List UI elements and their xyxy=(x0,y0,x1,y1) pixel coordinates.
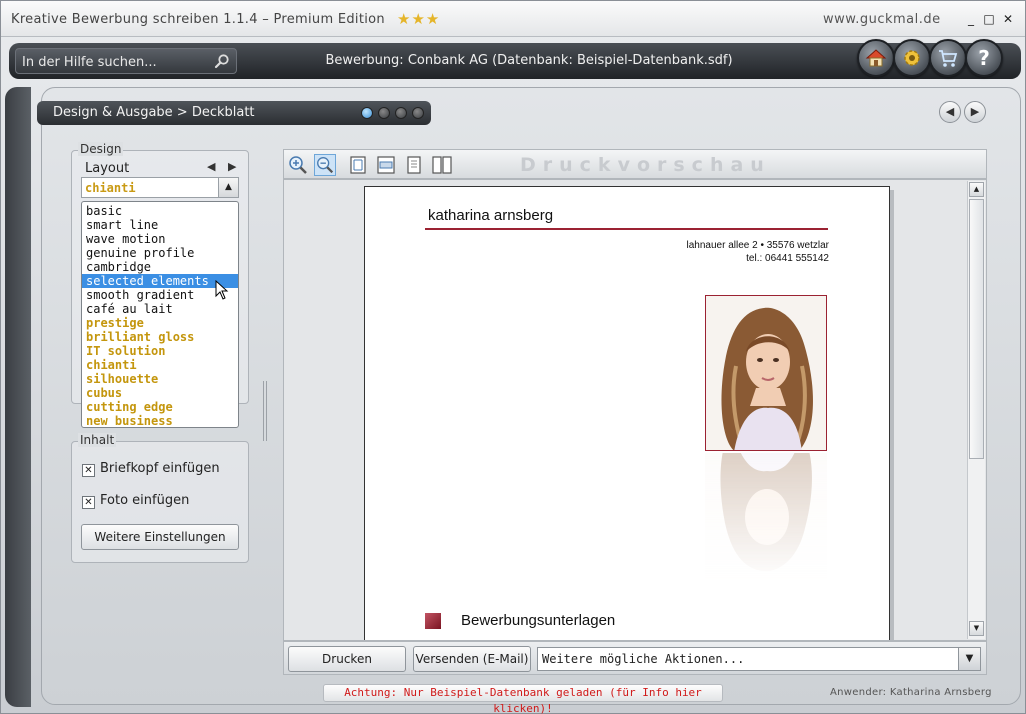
layout-option[interactable]: wave motion xyxy=(82,232,238,246)
two-pages-icon[interactable] xyxy=(431,154,453,176)
layout-option[interactable]: cambridge xyxy=(82,260,238,274)
settings-icon xyxy=(904,50,920,66)
more-actions-dropdown[interactable]: Weitere mögliche Aktionen... ▼ xyxy=(537,647,981,671)
layout-option[interactable]: cutting edge xyxy=(82,400,238,414)
single-page-icon[interactable] xyxy=(403,154,425,176)
close-button[interactable]: ✕ xyxy=(1000,11,1016,27)
header-rule xyxy=(425,228,828,230)
layout-combobox-value: chianti xyxy=(85,181,136,195)
previous-page-button[interactable]: ◀ xyxy=(939,101,961,123)
layout-prev-button[interactable]: ◀ xyxy=(207,160,215,173)
layout-option[interactable]: prestige xyxy=(82,316,238,330)
layout-option[interactable]: genuine profile xyxy=(82,246,238,260)
print-preview-title: Druckvorschau xyxy=(520,154,771,176)
address-line: lahnauer allee 2 • 35576 wetzlar xyxy=(686,240,830,251)
portrait-reflection-image xyxy=(705,453,827,583)
website-link[interactable]: www.guckmal.de xyxy=(823,12,941,27)
current-user-label: Anwender: Katharina Arnsberg xyxy=(830,687,992,698)
step-indicator-2[interactable] xyxy=(378,107,390,119)
fit-page-icon[interactable] xyxy=(347,154,369,176)
layout-option[interactable]: new business xyxy=(82,414,238,427)
layout-option[interactable]: IT solution xyxy=(82,344,238,358)
layout-option[interactable]: chianti xyxy=(82,358,238,372)
panel-splitter[interactable] xyxy=(263,381,267,441)
main-toolbar: Bewerbung: Conbank AG (Datenbank: Beispi… xyxy=(9,39,1021,79)
more-settings-button[interactable]: Weitere Einstellungen xyxy=(81,524,239,550)
step-indicator-4[interactable] xyxy=(412,107,424,119)
svg-text:?: ? xyxy=(978,46,990,70)
inhalt-group-label: Inhalt xyxy=(78,433,117,447)
layout-next-button[interactable]: ▶ xyxy=(228,160,236,173)
help-search-input[interactable] xyxy=(22,53,202,71)
breadcrumb-text: Design & Ausgabe > Deckblatt xyxy=(53,105,255,120)
step-indicator-1[interactable] xyxy=(361,107,373,119)
rating-stars: ★★★ xyxy=(397,10,441,28)
home-icon xyxy=(865,49,887,67)
next-page-button[interactable]: ▶ xyxy=(964,101,986,123)
home-button[interactable] xyxy=(857,39,895,77)
combobox-toggle-button[interactable]: ▲ xyxy=(218,178,238,197)
section-title: Bewerbungsunterlagen xyxy=(461,612,616,629)
layout-option[interactable]: brilliant gloss xyxy=(82,330,238,344)
layout-option[interactable]: silhouette xyxy=(82,372,238,386)
preview-toolbar: Druckvorschau xyxy=(283,149,987,179)
foto-label: Foto einfügen xyxy=(100,493,190,508)
fit-width-icon[interactable] xyxy=(375,154,397,176)
section-bullet xyxy=(425,613,441,629)
applicant-name: katharina arnsberg xyxy=(428,207,554,224)
zoom-out-icon[interactable] xyxy=(314,154,336,176)
cart-icon xyxy=(939,50,958,67)
scroll-down-button[interactable]: ▼ xyxy=(969,621,984,636)
applicant-address: lahnauer allee 2 • 35576 wetzlar tel.: 0… xyxy=(687,239,830,265)
photo-reflection xyxy=(705,453,827,583)
more-actions-value: Weitere mögliche Aktionen... xyxy=(542,652,745,666)
zoom-in-icon[interactable] xyxy=(287,154,309,176)
print-button[interactable]: Drucken xyxy=(288,646,406,672)
briefkopf-checkbox[interactable]: ✕ xyxy=(82,464,95,477)
preview-scrollbar[interactable]: ▲ ▼ xyxy=(967,181,985,639)
left-rail xyxy=(5,87,31,707)
settings-button[interactable] xyxy=(893,39,931,77)
print-preview-area: katharina arnsberg lahnauer allee 2 • 35… xyxy=(283,179,987,641)
foto-checkbox-row[interactable]: ✕ Foto einfügen xyxy=(82,493,189,509)
layout-combobox[interactable]: chianti ▲ xyxy=(81,177,239,198)
layout-option[interactable]: café au lait xyxy=(82,302,238,316)
help-search xyxy=(15,48,237,74)
demo-database-warning[interactable]: Achtung: Nur Beispiel-Datenbank geladen … xyxy=(323,684,723,714)
mouse-cursor-icon xyxy=(215,280,229,300)
send-email-button[interactable]: Versenden (E-Mail) xyxy=(413,646,531,672)
applicant-photo xyxy=(705,295,827,451)
step-indicator-3[interactable] xyxy=(395,107,407,119)
scroll-up-button[interactable]: ▲ xyxy=(969,182,984,197)
help-button[interactable]: ? xyxy=(965,39,1003,77)
layout-option[interactable]: smart line xyxy=(82,218,238,232)
help-icon: ? xyxy=(978,46,990,70)
layout-dropdown-list[interactable]: basic smart line wave motion genuine profil… xyxy=(81,201,239,428)
shop-button[interactable] xyxy=(929,39,967,77)
design-group-label: Design xyxy=(78,142,124,156)
maximize-button[interactable]: □ xyxy=(981,11,997,27)
window-title: Kreative Bewerbung schreiben 1.1.4 – Pre… xyxy=(11,12,385,27)
title-bar: Kreative Bewerbung schreiben 1.1.4 – Pre… xyxy=(1,1,1025,37)
more-actions-dropdown-button[interactable]: ▼ xyxy=(958,648,980,670)
layout-option[interactable]: cubus xyxy=(82,386,238,400)
application-title: Bewerbung: Conbank AG (Datenbank: Beispi… xyxy=(325,53,733,68)
app-window: Kreative Bewerbung schreiben 1.1.4 – Pre… xyxy=(0,0,1026,714)
scrollbar-thumb[interactable] xyxy=(969,199,984,459)
search-icon[interactable] xyxy=(214,53,230,69)
layout-option[interactable]: basic xyxy=(82,204,238,218)
layout-label: Layout xyxy=(85,161,130,176)
minimize-button[interactable]: _ xyxy=(963,11,979,27)
breadcrumb: Design & Ausgabe > Deckblatt xyxy=(37,101,431,125)
portrait-image xyxy=(706,296,826,450)
foto-checkbox[interactable]: ✕ xyxy=(82,496,95,509)
briefkopf-label: Briefkopf einfügen xyxy=(100,461,220,476)
document-page: katharina arnsberg lahnauer allee 2 • 35… xyxy=(364,186,890,640)
phone-line: tel.: 06441 555142 xyxy=(746,253,829,264)
briefkopf-checkbox-row[interactable]: ✕ Briefkopf einfügen xyxy=(82,461,220,477)
